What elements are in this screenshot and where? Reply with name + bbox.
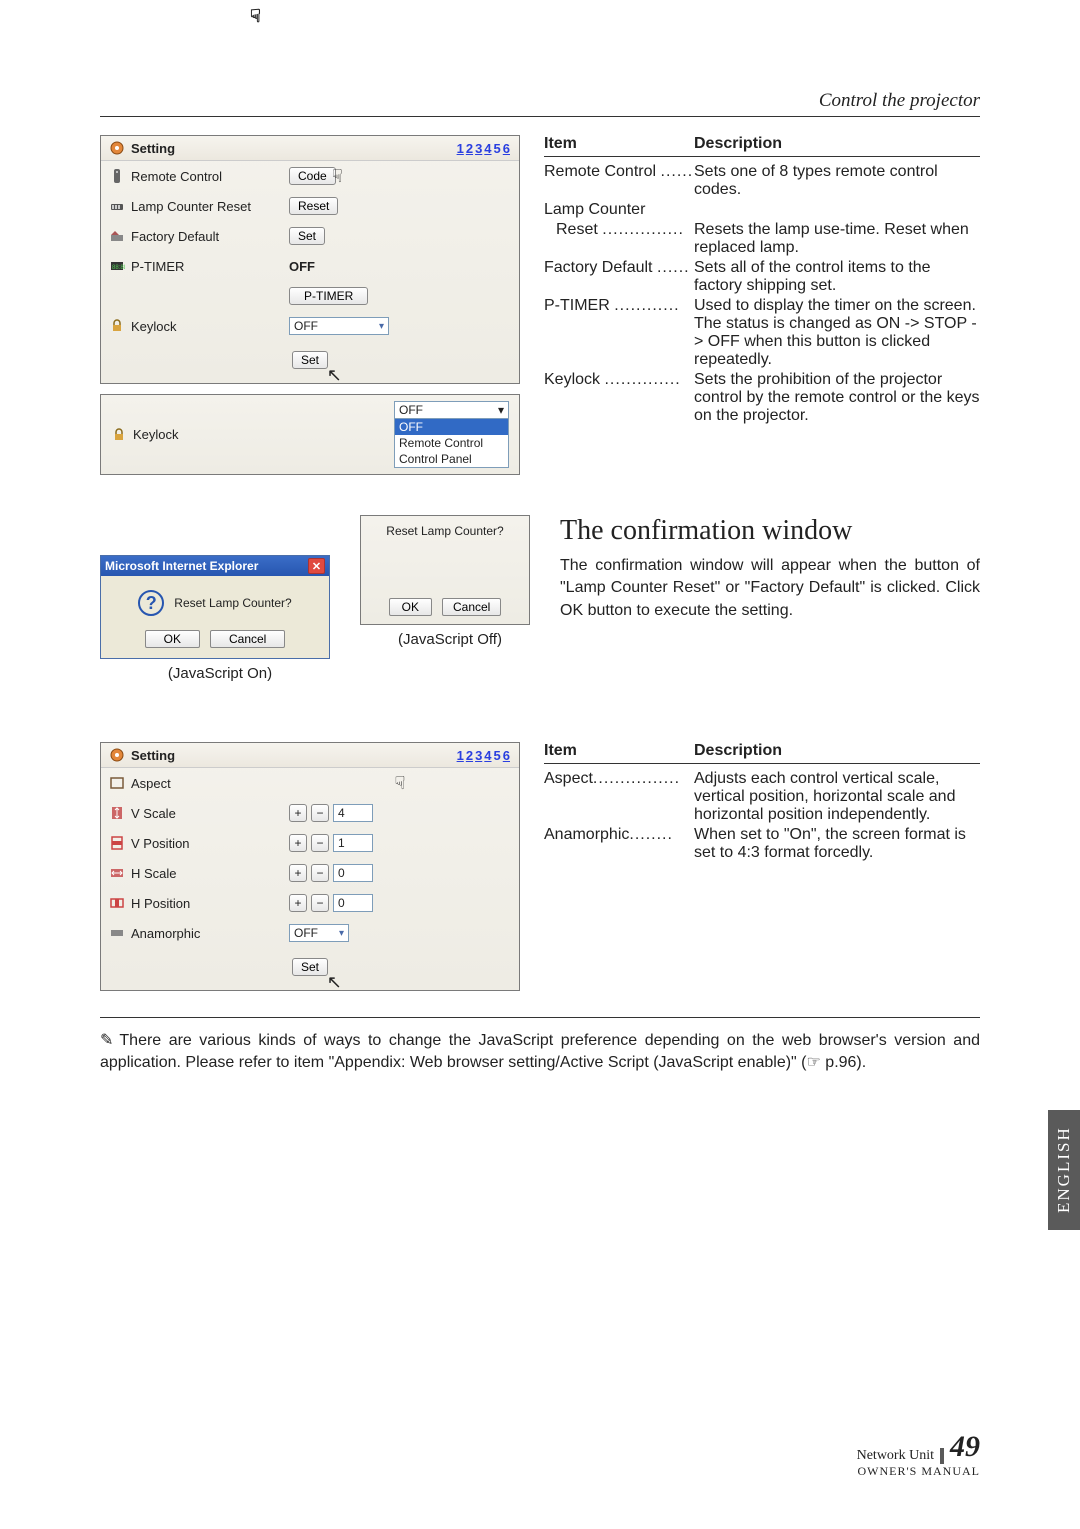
hscale-minus[interactable]: − bbox=[311, 864, 329, 882]
hscale-label: H Scale bbox=[131, 866, 177, 881]
gear-icon bbox=[109, 140, 125, 156]
dd-option-panel[interactable]: Control Panel bbox=[395, 451, 508, 467]
vscale-minus[interactable]: − bbox=[311, 804, 329, 822]
hpos-label: H Position bbox=[131, 896, 190, 911]
vpos-value[interactable]: 1 bbox=[333, 834, 373, 852]
plain-question: Reset Lamp Counter? bbox=[367, 524, 523, 538]
factory-set-button[interactable]: Set bbox=[289, 227, 325, 245]
plain-ok-button[interactable]: OK bbox=[389, 598, 432, 616]
keylock-dropdown-panel: Keylock OFF▾ OFF Remote Control Control … bbox=[100, 394, 520, 475]
hscale-plus[interactable]: + bbox=[289, 864, 307, 882]
confirmation-headline: The confirmation window bbox=[560, 515, 980, 547]
col-desc-2: Description bbox=[694, 742, 782, 760]
ie-confirm-dialog: Microsoft Internet Explorer ✕ ? Reset La… bbox=[100, 555, 330, 659]
mini-keylock-label: Keylock bbox=[133, 427, 179, 442]
hscale-value[interactable]: 0 bbox=[333, 864, 373, 882]
vscale-plus[interactable]: + bbox=[289, 804, 307, 822]
code-button[interactable]: Code bbox=[289, 167, 336, 185]
hscale-icon bbox=[109, 865, 125, 881]
col-item: Item bbox=[544, 135, 694, 153]
ie-question: Reset Lamp Counter? bbox=[174, 596, 291, 610]
lamp-icon bbox=[109, 198, 125, 214]
top-section: Setting 123456 ☟ Remote Control Code☟ La… bbox=[100, 135, 980, 475]
chevron-down-icon: ▾ bbox=[339, 928, 344, 939]
vscale-label: V Scale bbox=[131, 806, 176, 821]
language-tab: ENGLISH bbox=[1048, 1110, 1080, 1230]
question-icon: ? bbox=[138, 590, 164, 616]
factory-label: Factory Default bbox=[131, 229, 219, 244]
description-table-2: Item Description Aspect................A… bbox=[544, 742, 980, 862]
setting-panel-2: Setting 123456 Aspect ☟ V Scale +−4 V Po… bbox=[100, 742, 520, 991]
remote-icon bbox=[109, 168, 125, 184]
keylock-dropdown-open[interactable]: OFF▾ OFF Remote Control Control Panel bbox=[394, 401, 509, 468]
vpos-icon bbox=[109, 835, 125, 851]
dd-option-off[interactable]: OFF bbox=[395, 419, 508, 435]
panel1-title: Setting bbox=[131, 141, 175, 156]
cursor-icon: ↖ bbox=[327, 972, 342, 993]
factory-icon bbox=[109, 228, 125, 244]
close-icon[interactable]: ✕ bbox=[308, 558, 325, 574]
vpos-label: V Position bbox=[131, 836, 190, 851]
ptimer-icon: 88:88 bbox=[109, 258, 125, 274]
vscale-value[interactable]: 4 bbox=[333, 804, 373, 822]
ptimer-label: P-TIMER bbox=[131, 259, 184, 274]
vscale-icon bbox=[109, 805, 125, 821]
page-links[interactable]: 123456 bbox=[456, 141, 511, 156]
hpos-minus[interactable]: − bbox=[311, 894, 329, 912]
panel2-set-button[interactable]: Set bbox=[292, 958, 328, 976]
js-on-caption: (JavaScript On) bbox=[100, 665, 340, 682]
plain-cancel-button[interactable]: Cancel bbox=[442, 598, 501, 616]
keylock-icon bbox=[111, 427, 127, 443]
ie-cancel-button[interactable]: Cancel bbox=[210, 630, 285, 648]
page-links-2[interactable]: 123456 bbox=[456, 748, 511, 763]
remote-label: Remote Control bbox=[131, 169, 222, 184]
aspect-label: Aspect bbox=[131, 776, 171, 791]
page-header-title: Control the projector bbox=[100, 90, 980, 117]
gear-icon bbox=[109, 747, 125, 763]
plain-confirm-dialog: Reset Lamp Counter? OK Cancel bbox=[360, 515, 530, 625]
hpos-value[interactable]: 0 bbox=[333, 894, 373, 912]
col-desc: Description bbox=[694, 135, 782, 153]
keylock-select[interactable]: OFF▾ bbox=[289, 317, 389, 335]
cursor-icon: ☟ bbox=[395, 773, 406, 794]
anamorphic-select[interactable]: OFF▾ bbox=[289, 924, 349, 942]
dd-option-remote[interactable]: Remote Control bbox=[395, 435, 508, 451]
confirmation-body: The confirmation window will appear when… bbox=[560, 555, 980, 622]
vpos-plus[interactable]: + bbox=[289, 834, 307, 852]
hpos-plus[interactable]: + bbox=[289, 894, 307, 912]
pencil-icon: ✎ bbox=[100, 1032, 113, 1049]
ptimer-button[interactable]: P-TIMER bbox=[289, 287, 368, 305]
keylock-icon bbox=[109, 318, 125, 334]
hpos-icon bbox=[109, 895, 125, 911]
setting-panel-1: Setting 123456 ☟ Remote Control Code☟ La… bbox=[100, 135, 520, 384]
description-table-1: Item Description Remote Control ......Se… bbox=[544, 135, 980, 425]
chevron-down-icon: ▾ bbox=[498, 403, 504, 417]
vpos-minus[interactable]: − bbox=[311, 834, 329, 852]
cursor-icon: ↖ bbox=[327, 365, 342, 386]
page-footer: Network Unit49 OWNER'S MANUAL bbox=[857, 1430, 980, 1479]
anamorphic-label: Anamorphic bbox=[131, 926, 200, 941]
bottom-section: Setting 123456 Aspect ☟ V Scale +−4 V Po… bbox=[100, 742, 980, 991]
panel1-set-button[interactable]: Set bbox=[292, 351, 328, 369]
aspect-icon bbox=[109, 775, 125, 791]
reset-button[interactable]: Reset bbox=[289, 197, 338, 215]
lamp-label: Lamp Counter Reset bbox=[131, 199, 251, 214]
confirmation-section: Microsoft Internet Explorer ✕ ? Reset La… bbox=[100, 515, 980, 682]
js-off-caption: (JavaScript Off) bbox=[360, 631, 540, 648]
ptimer-status: OFF bbox=[289, 259, 315, 274]
footnote: ✎There are various kinds of ways to chan… bbox=[100, 1017, 980, 1075]
panel2-title: Setting bbox=[131, 748, 175, 763]
chevron-down-icon: ▾ bbox=[379, 321, 384, 332]
cursor-icon: ☟ bbox=[250, 6, 261, 27]
svg-text:88:88: 88:88 bbox=[112, 265, 125, 271]
ie-ok-button[interactable]: OK bbox=[145, 630, 200, 648]
col-item-2: Item bbox=[544, 742, 694, 760]
anamorphic-icon bbox=[109, 925, 125, 941]
keylock-label: Keylock bbox=[131, 319, 177, 334]
ie-dialog-title: Microsoft Internet Explorer bbox=[105, 559, 258, 573]
